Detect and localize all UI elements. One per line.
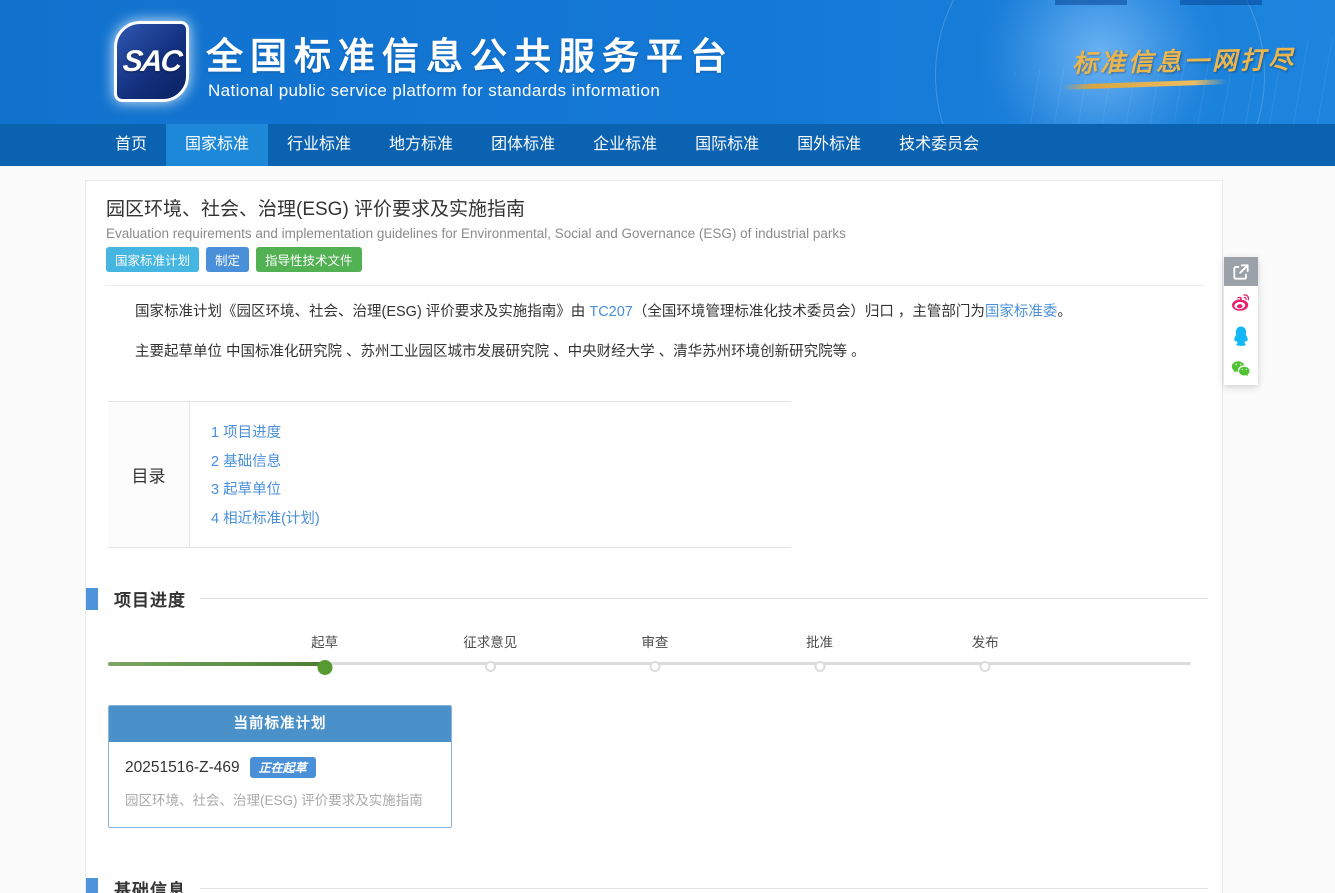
divider bbox=[106, 285, 1204, 286]
timeline-step-label: 起草 bbox=[311, 631, 338, 651]
timeline-step-review: 审查 bbox=[641, 631, 668, 672]
wechat-icon[interactable] bbox=[1224, 352, 1258, 385]
timeline-step-label: 批准 bbox=[806, 631, 833, 651]
section-bar-decoration bbox=[86, 588, 98, 610]
plan-number-link[interactable]: 20251516-Z-469 bbox=[125, 759, 240, 777]
table-of-contents: 目录 1 项目进度 2 基础信息 3 起草单位 4 相近标准(计划) bbox=[108, 401, 791, 548]
page-title-en: Evaluation requirements and implementati… bbox=[106, 226, 846, 241]
site-subtitle-en: National public service platform for sta… bbox=[208, 81, 660, 101]
intro-paragraph-1: 国家标准计划《园区环境、社会、治理(ESG) 评价要求及实施指南》由 TC207… bbox=[106, 302, 1186, 323]
nav-item-foreign-standards[interactable]: 国外标准 bbox=[778, 124, 880, 166]
timeline-step-drafting: 起草 bbox=[311, 631, 338, 675]
tc207-link[interactable]: TC207 bbox=[589, 304, 633, 320]
header-slogan: 标准信息一网打尽 bbox=[1072, 40, 1297, 80]
tag-guiding-technical-document: 指导性技术文件 bbox=[256, 247, 362, 272]
page-title: 园区环境、社会、治理(ESG) 评价要求及实施指南 bbox=[106, 194, 525, 221]
section-heading-progress: 项目进度 bbox=[86, 586, 1208, 611]
timeline-step-label: 发布 bbox=[972, 631, 999, 651]
toc-item-project-progress[interactable]: 1 项目进度 bbox=[211, 419, 320, 448]
plan-number-row: 20251516-Z-469 正在起草 bbox=[125, 757, 435, 778]
share-icon[interactable] bbox=[1224, 257, 1258, 286]
timeline-dot bbox=[980, 661, 991, 672]
weibo-icon[interactable] bbox=[1224, 286, 1258, 319]
intro-text: 国家标准计划《园区环境、社会、治理(ESG) 评价要求及实施指南》由 bbox=[135, 304, 589, 320]
plan-card-header: 当前标准计划 bbox=[109, 706, 451, 742]
timeline-step-label: 征求意见 bbox=[463, 631, 517, 651]
section-bar-decoration bbox=[86, 878, 98, 893]
timeline-progress-fill bbox=[108, 662, 325, 666]
toc-item-similar-standards[interactable]: 4 相近标准(计划) bbox=[211, 505, 320, 534]
sac-logo[interactable]: SAC bbox=[114, 21, 189, 102]
timeline-dot bbox=[485, 661, 496, 672]
sac-logo-text: SAC bbox=[121, 45, 182, 79]
section-line-decoration bbox=[200, 598, 1208, 599]
status-badge: 正在起草 bbox=[250, 757, 316, 778]
nav-item-local-standards[interactable]: 地方标准 bbox=[370, 124, 472, 166]
timeline-step-publication: 发布 bbox=[972, 631, 999, 672]
current-plan-card: 当前标准计划 20251516-Z-469 正在起草 园区环境、社会、治理(ES… bbox=[108, 705, 452, 828]
qq-icon[interactable] bbox=[1224, 319, 1258, 352]
header-top-bar-decoration bbox=[1180, 0, 1262, 5]
progress-timeline: 起草 征求意见 审查 批准 发布 bbox=[108, 631, 1191, 691]
intro-text: （全国环境管理标准化技术委员会）归口 ，主管部门为 bbox=[633, 304, 985, 320]
main-nav: 首页 国家标准 行业标准 地方标准 团体标准 企业标准 国际标准 国外标准 技术… bbox=[0, 124, 1335, 166]
toc-list: 1 项目进度 2 基础信息 3 起草单位 4 相近标准(计划) bbox=[190, 402, 320, 547]
nav-item-industry-standards[interactable]: 行业标准 bbox=[268, 124, 370, 166]
timeline-step-comments: 征求意见 bbox=[463, 631, 517, 672]
main-area: 园区环境、社会、治理(ESG) 评价要求及实施指南 Evaluation req… bbox=[0, 166, 1335, 893]
section-title: 基础信息 bbox=[114, 876, 186, 893]
nav-item-international-standards[interactable]: 国际标准 bbox=[676, 124, 778, 166]
site-title: 全国标准信息公共服务平台 bbox=[206, 26, 734, 80]
timeline-dot bbox=[649, 661, 660, 672]
toc-item-drafting-units[interactable]: 3 起草单位 bbox=[211, 476, 320, 505]
header-top-bar-decoration bbox=[1055, 0, 1127, 5]
nav-item-national-standards[interactable]: 国家标准 bbox=[166, 124, 268, 166]
nav-item-group-standards[interactable]: 团体标准 bbox=[472, 124, 574, 166]
nav-item-enterprise-standards[interactable]: 企业标准 bbox=[574, 124, 676, 166]
tag-row: 国家标准计划 制定 指导性技术文件 bbox=[106, 247, 362, 272]
section-line-decoration bbox=[200, 888, 1208, 889]
timeline-step-approval: 批准 bbox=[806, 631, 833, 672]
nav-item-home[interactable]: 首页 bbox=[96, 124, 166, 166]
toc-item-basic-info[interactable]: 2 基础信息 bbox=[211, 448, 320, 477]
plan-name: 园区环境、社会、治理(ESG) 评价要求及实施指南 bbox=[125, 789, 435, 809]
timeline-dot-active bbox=[317, 660, 332, 675]
plan-card-body: 20251516-Z-469 正在起草 园区环境、社会、治理(ESG) 评价要求… bbox=[109, 742, 451, 809]
timeline-step-label: 审查 bbox=[641, 631, 668, 651]
intro-text: 。 bbox=[1057, 304, 1072, 320]
share-toolbar bbox=[1224, 257, 1258, 385]
intro-paragraphs: 国家标准计划《园区环境、社会、治理(ESG) 评价要求及实施指南》由 TC207… bbox=[106, 302, 1186, 382]
tag-formulate: 制定 bbox=[206, 247, 249, 272]
site-header: SAC 全国标准信息公共服务平台 National public service… bbox=[0, 0, 1335, 124]
section-title: 项目进度 bbox=[114, 586, 186, 611]
section-heading-basic-info: 基础信息 bbox=[86, 876, 1208, 893]
standards-committee-link[interactable]: 国家标准委 bbox=[985, 304, 1058, 320]
toc-label: 目录 bbox=[108, 402, 190, 547]
tag-national-standard-plan: 国家标准计划 bbox=[106, 247, 199, 272]
nav-item-technical-committees[interactable]: 技术委员会 bbox=[880, 124, 998, 166]
timeline-dot bbox=[814, 661, 825, 672]
intro-paragraph-2: 主要起草单位 中国标准化研究院 、苏州工业园区城市发展研究院 、中央财经大学 、… bbox=[106, 342, 1186, 363]
content-card: 园区环境、社会、治理(ESG) 评价要求及实施指南 Evaluation req… bbox=[85, 180, 1223, 893]
